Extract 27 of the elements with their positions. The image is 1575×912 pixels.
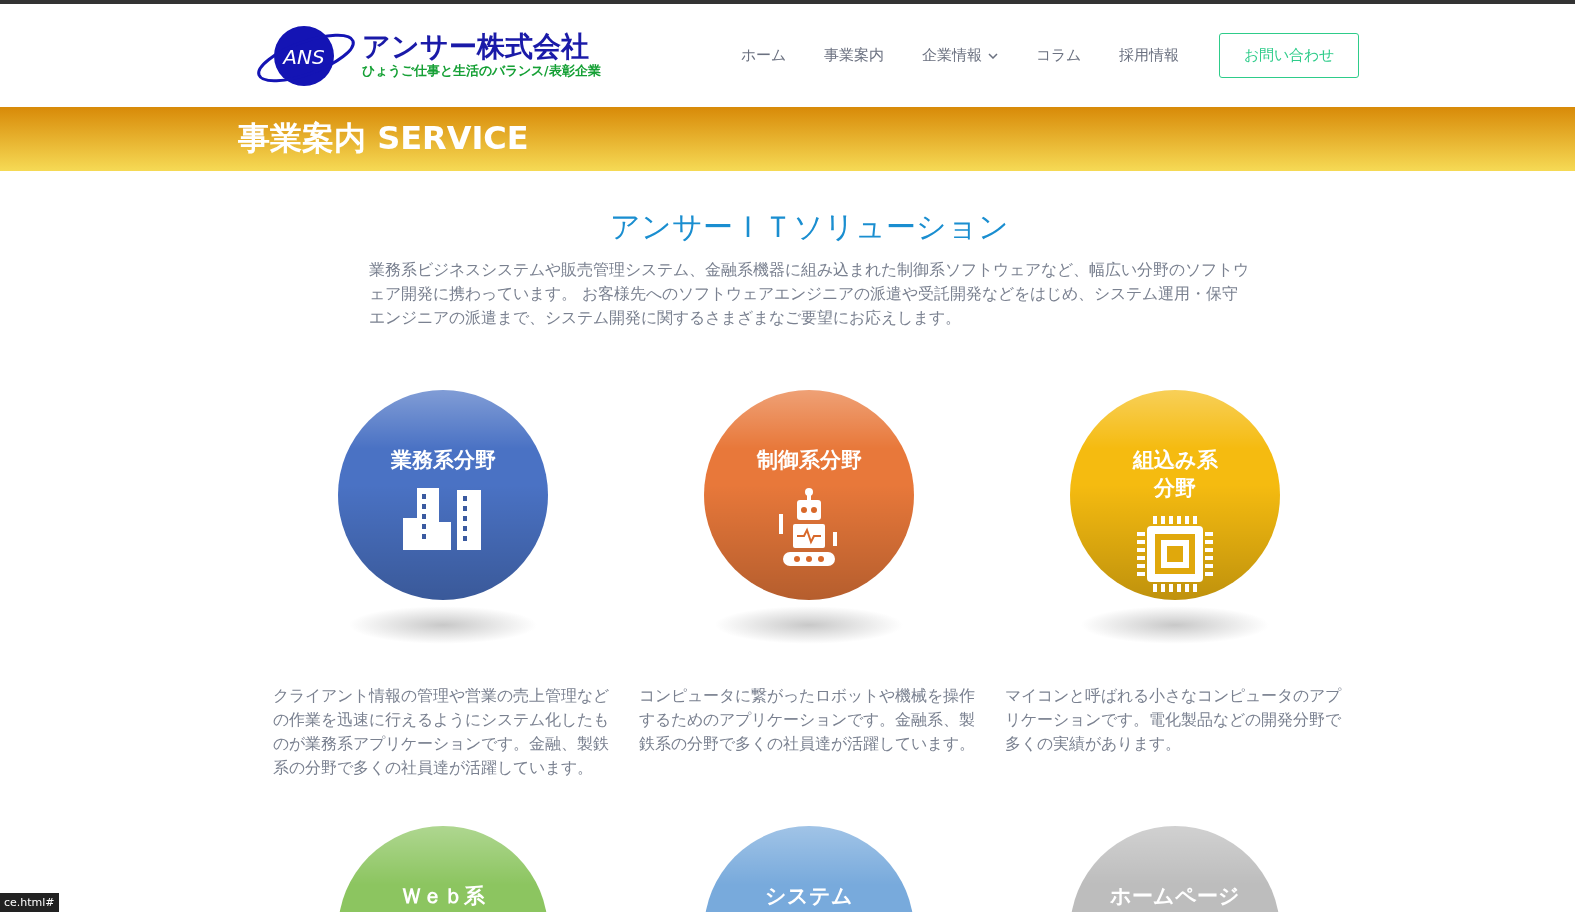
banner-title: 事業案内 SERVICE: [238, 118, 529, 159]
service-title: 業務系分野: [390, 447, 496, 474]
chevron-down-icon: [988, 52, 998, 59]
service-title: 制御系分野: [756, 447, 862, 474]
service-title: 組込み系 分野: [1132, 447, 1218, 502]
nav-link[interactable]: 事業案内: [824, 46, 884, 65]
service-circle[interactable]: 制御系分野: [704, 390, 914, 600]
nav-link[interactable]: 企業情報: [922, 46, 998, 65]
service-description: マイコンと呼ばれる小さなコンピュータのアプリケーションです。電化製品などの開発分野で多くの実績があります。: [1005, 686, 1343, 755]
tagline: ひょうご仕事と生活のバランス/表彰企業: [362, 63, 601, 80]
status-url: ce.html#: [0, 893, 59, 912]
service-description: クライアント情報の管理や営業の売上管理などの作業を迅速に行えるようにシステム化したものが業務系アプリケーションです。金融、製鉄系の分野で多くの社員達が活躍しています。: [273, 686, 610, 779]
intro-text: 業務系ビジネスシステムや販売管理システム、金融系機器に組み込まれた制御系ソフトウェアなど、幅広い分野のソフトウェア開発に携わっています。 お客様先へのソフトウェアエンジニアの派遣や受託開発などをはじめ、システム運用・保守エンジニアの派遣まで、システム開発に関するさまざまなご要望にお応えします。: [369, 259, 1249, 329]
logo-mark: ANS: [283, 44, 325, 69]
service-circle[interactable]: 業務系分野: [338, 390, 548, 600]
buildings-icon: [403, 488, 483, 550]
company-name: アンサー株式会社: [362, 31, 590, 63]
section-title: アンサーＩＴソリューション: [609, 208, 1009, 246]
nav-link[interactable]: コラム: [1036, 46, 1081, 65]
service-description: コンピュータに繋がったロボットや機械を操作するためのアプリケーションです。金融系、製鉄系の分野で多くの社員達が活躍しています。: [639, 686, 976, 755]
service-title: システム: [765, 883, 853, 910]
service-circle[interactable]: システム: [704, 826, 914, 912]
nav-link[interactable]: 採用情報: [1119, 46, 1179, 65]
nav-link[interactable]: ホーム: [741, 46, 786, 65]
service-title: ホームページ: [1110, 883, 1240, 910]
chip-icon: [1137, 516, 1213, 592]
service-title: Ｗｅｂ系: [401, 883, 485, 910]
